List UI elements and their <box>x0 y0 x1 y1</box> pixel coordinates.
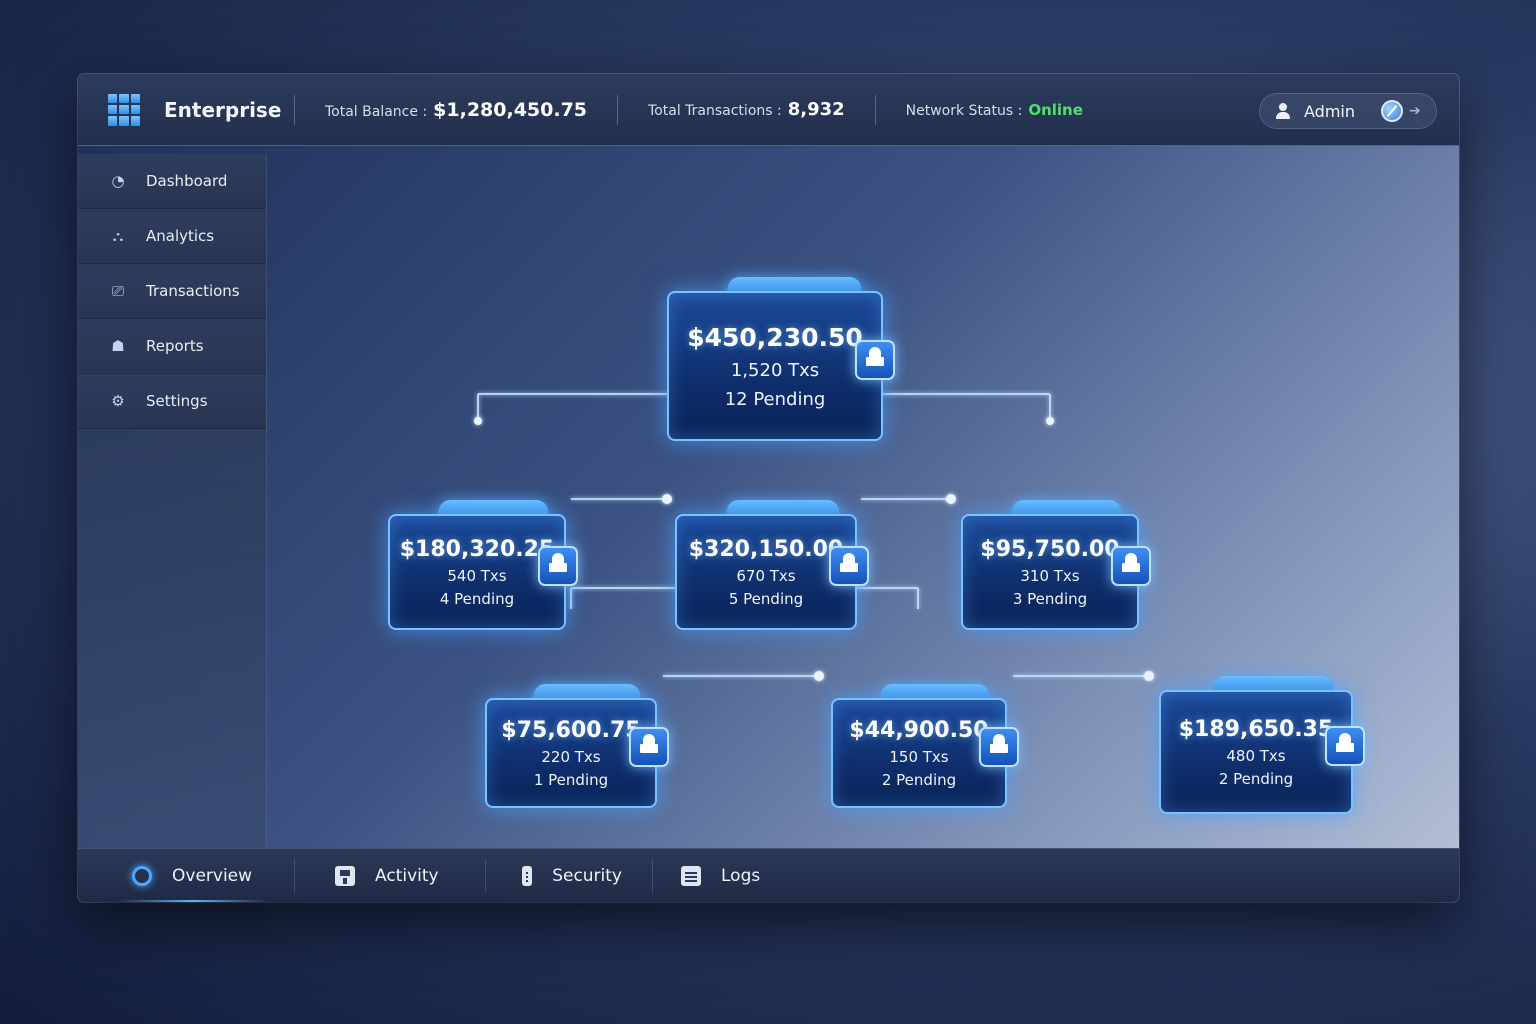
sidebar-item-label: Analytics <box>146 227 215 245</box>
wallet-node-root[interactable]: $450,230.50 1,520 Txs 12 Pending <box>667 277 895 441</box>
network-status-stat: Network Status : Online <box>876 101 1113 119</box>
total-transactions-label: Total Transactions : <box>648 103 782 119</box>
total-transactions-stat: Total Transactions : 8,932 <box>618 99 875 120</box>
sidebar-item-analytics[interactable]: ⛬ Analytics <box>78 209 266 264</box>
wallet-txs: 480 Txs <box>1226 746 1286 765</box>
compass-icon[interactable] <box>1381 100 1403 122</box>
total-transactions-value: 8,932 <box>787 99 845 120</box>
wallet-pending: 1 Pending <box>533 770 609 789</box>
app-window: Enterprise Total Balance : $1,280,450.75… <box>78 74 1459 902</box>
ring-icon <box>132 865 152 886</box>
brand-name: Enterprise <box>164 97 282 122</box>
connector-node-dot <box>662 494 672 504</box>
wallet-node-bottom-left[interactable]: $75,600.75 220 Txs 1 Pending <box>485 684 669 808</box>
logs-icon <box>681 865 701 886</box>
connector-node-dot <box>1144 671 1154 681</box>
wallet-amount: $189,650.35 <box>1178 716 1334 742</box>
connector-node-dot <box>814 671 824 681</box>
arrow-right-icon[interactable]: ➔ <box>1409 103 1421 119</box>
tab-security[interactable]: Security <box>486 849 652 902</box>
wallet-tree-canvas: $450,230.50 1,520 Txs 12 Pending $180,32… <box>267 146 1459 848</box>
wallet-amount: $450,230.50 <box>687 322 863 352</box>
network-status-value: Online <box>1028 100 1083 119</box>
sidebar-item-dashboard[interactable]: ◔ Dashboard <box>78 154 266 209</box>
wallet-pending: 4 Pending <box>439 589 515 608</box>
network-status-label: Network Status : <box>905 102 1023 119</box>
wallet-node-left[interactable]: $180,320.25 540 Txs 4 Pending <box>388 500 578 630</box>
wallet-pending: 5 Pending <box>728 589 804 608</box>
wallet-card: $450,230.50 1,520 Txs 12 Pending <box>667 291 883 441</box>
dashboard-icon: ◔ <box>111 172 125 190</box>
tab-logs[interactable]: Logs <box>653 849 790 902</box>
sidebar: ◔ Dashboard ⛬ Analytics ⎚ Transactions ☗… <box>78 154 267 848</box>
activity-icon <box>335 865 355 886</box>
wallet-txs: 310 Txs <box>1020 566 1080 585</box>
wallet-amount: $75,600.75 <box>501 717 641 743</box>
wallet-pending: 3 Pending <box>1012 589 1088 608</box>
wallet-pending: 2 Pending <box>881 770 957 789</box>
wallet-amount: $95,750.00 <box>980 536 1120 562</box>
tab-activity[interactable]: Activity <box>295 849 485 902</box>
wallet-node-bottom-right[interactable]: $189,650.35 480 Txs 2 Pending <box>1159 676 1365 814</box>
total-balance-value: $1,280,450.75 <box>433 98 588 121</box>
lock-icon[interactable] <box>538 546 578 586</box>
user-menu[interactable]: Admin ➔ <box>1259 93 1437 129</box>
sidebar-item-label: Transactions <box>146 282 240 300</box>
wallet-node-right[interactable]: $95,750.00 310 Txs 3 Pending <box>961 500 1151 630</box>
tab-label: Activity <box>375 865 439 886</box>
connector-node-dot <box>474 417 482 425</box>
wallet-card: $189,650.35 480 Txs 2 Pending <box>1159 690 1353 814</box>
wallet-node-bottom-center[interactable]: $44,900.50 150 Txs 2 Pending <box>831 684 1019 808</box>
tab-label: Overview <box>172 865 253 886</box>
lock-icon[interactable] <box>829 546 869 586</box>
wallet-amount: $44,900.50 <box>849 717 989 743</box>
wallet-txs: 220 Txs <box>541 747 601 766</box>
lock-icon[interactable] <box>1325 726 1365 766</box>
wallet-txs: 150 Txs <box>889 747 949 766</box>
lock-icon[interactable] <box>979 727 1019 767</box>
security-icon <box>522 865 533 886</box>
wallet-txs: 670 Txs <box>736 566 796 585</box>
user-icon <box>1274 102 1292 120</box>
lock-icon[interactable] <box>629 727 669 767</box>
sidebar-item-label: Settings <box>146 392 208 410</box>
wallet-pending: 12 Pending <box>724 388 826 410</box>
sidebar-item-label: Reports <box>146 337 204 355</box>
tab-overview[interactable]: Overview <box>78 849 294 902</box>
wallet-amount: $180,320.25 <box>399 536 555 562</box>
settings-icon: ⚙ <box>111 392 125 410</box>
total-balance-label: Total Balance : <box>325 103 428 120</box>
tab-label: Logs <box>721 865 761 886</box>
lock-icon[interactable] <box>1111 546 1151 586</box>
tab-label: Security <box>552 865 622 886</box>
user-name: Admin <box>1304 101 1355 121</box>
sidebar-item-transactions[interactable]: ⎚ Transactions <box>78 264 266 319</box>
wallet-amount: $320,150.00 <box>688 536 844 562</box>
analytics-icon: ⛬ <box>112 227 124 245</box>
wallet-txs: 1,520 Txs <box>730 359 820 381</box>
connector-node-dot <box>1046 417 1054 425</box>
wallet-pending: 2 Pending <box>1218 769 1294 788</box>
brand[interactable]: Enterprise <box>78 93 294 126</box>
lock-icon[interactable] <box>855 340 895 380</box>
top-bar: Enterprise Total Balance : $1,280,450.75… <box>78 74 1459 146</box>
wallet-node-center[interactable]: $320,150.00 670 Txs 5 Pending <box>675 500 869 630</box>
sidebar-item-settings[interactable]: ⚙ Settings <box>78 374 266 429</box>
wallet-txs: 540 Txs <box>447 566 507 585</box>
sidebar-item-reports[interactable]: ☗ Reports <box>78 319 266 374</box>
total-balance-stat: Total Balance : $1,280,450.75 <box>295 99 617 121</box>
reports-icon: ☗ <box>111 337 125 355</box>
transactions-icon: ⎚ <box>111 282 124 300</box>
grid-logo-icon <box>108 93 140 126</box>
bottom-tab-bar: Overview Activity Security Logs <box>78 848 1459 902</box>
connector-node-dot <box>946 494 956 504</box>
sidebar-item-label: Dashboard <box>146 172 228 190</box>
